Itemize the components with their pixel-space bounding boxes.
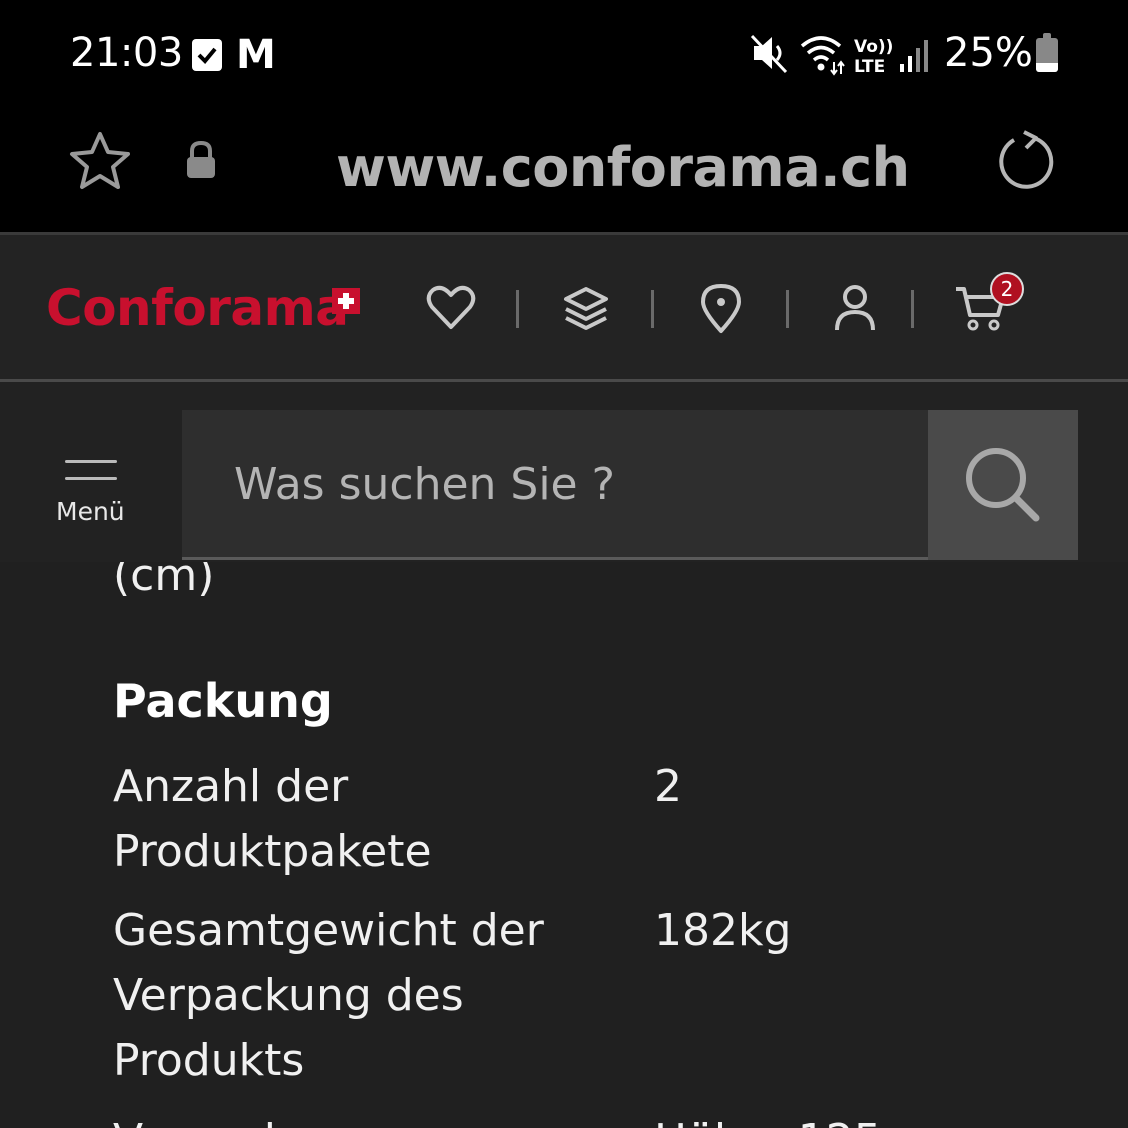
search-zone: Menü	[0, 382, 1128, 562]
lock-icon[interactable]	[184, 140, 218, 180]
battery-icon	[1036, 33, 1058, 72]
search-input[interactable]	[232, 458, 896, 510]
spec-label: Anzahl der Produktpakete	[113, 761, 432, 877]
spec-label: Gesamtgewicht der Verpackung des Produkt…	[113, 905, 544, 1086]
search-icon	[966, 448, 1040, 522]
menu-label[interactable]: Menü	[56, 497, 125, 526]
location-pin-icon[interactable]	[700, 283, 742, 335]
spec-value: 182kg	[654, 905, 792, 956]
spec-value: Höhe: 125	[654, 1108, 882, 1128]
conforama-logo[interactable]: Conforama	[46, 279, 349, 337]
site-header: Conforama 2	[0, 235, 1128, 382]
spec-label: Verpackungs	[113, 1108, 633, 1128]
layers-icon[interactable]	[562, 285, 610, 335]
reload-icon[interactable]	[996, 130, 1058, 192]
clock: 21:03	[70, 30, 183, 76]
search-box[interactable]	[182, 410, 928, 560]
heart-icon[interactable]	[426, 285, 476, 331]
header-separator	[911, 290, 914, 328]
browser-url-bar: www.conforama.ch	[0, 108, 1128, 235]
section-title: Packung	[113, 674, 333, 728]
svg-text:LTE: LTE	[854, 57, 885, 76]
header-separator	[786, 290, 789, 328]
status-bar: 21:03 M Vo)) LTE 25%	[0, 0, 1128, 108]
svg-text:Vo)): Vo))	[854, 37, 893, 57]
cart-count-badge: 2	[990, 272, 1024, 306]
hamburger-icon	[65, 460, 117, 494]
star-icon[interactable]	[68, 130, 132, 192]
swiss-cross-icon	[332, 288, 360, 314]
header-separator	[516, 290, 519, 328]
battery-percent: 25%	[944, 30, 1033, 76]
volte-icon: Vo)) LTE	[854, 37, 893, 76]
cut-off-text: (cm)	[113, 562, 215, 601]
signal-icon	[900, 40, 928, 72]
wifi-icon	[800, 36, 845, 76]
user-icon[interactable]	[834, 283, 876, 333]
spec-value: 2	[654, 761, 682, 812]
search-button[interactable]	[928, 410, 1078, 560]
checkbox-notification-icon	[192, 39, 222, 71]
header-separator	[651, 290, 654, 328]
mute-icon	[750, 34, 788, 74]
gmail-icon: M	[236, 32, 276, 78]
url-text[interactable]: www.conforama.ch	[336, 136, 910, 199]
status-icons: Vo)) LTE	[750, 34, 928, 76]
product-specs: (cm) Packung Anzahl der Produktpakete 2 …	[0, 562, 1128, 1128]
